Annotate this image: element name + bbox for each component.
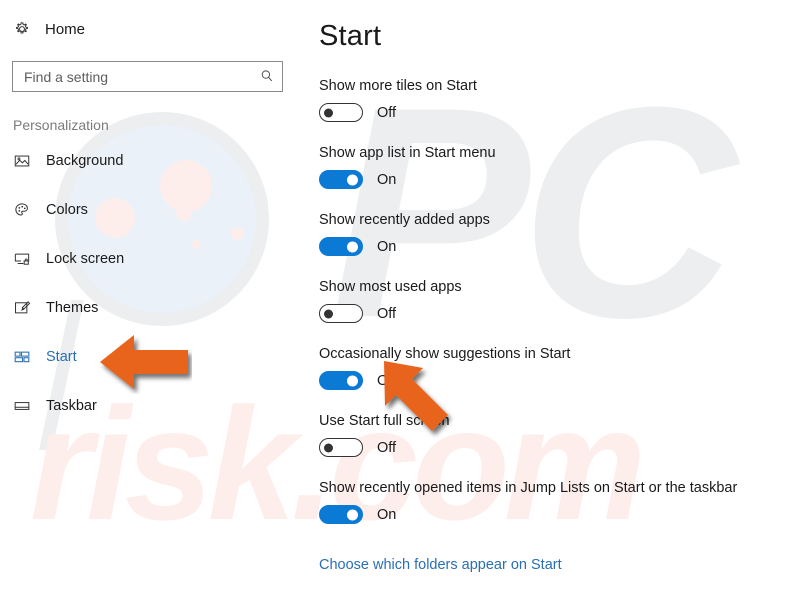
sidebar-item-background[interactable]: Background [13,147,310,174]
toggle-knob [347,509,358,520]
lock-screen-icon [13,250,31,268]
palette-icon [13,201,31,219]
setting-show-more-tiles: Show more tiles on Start Off [319,78,790,122]
toggle-row[interactable]: On [319,505,396,524]
sidebar-item-home[interactable]: Home [13,16,310,42]
toggle-state-label: On [377,506,397,523]
setting-label: Use Start full screen [319,413,450,429]
sidebar-section-title: Personalization [13,117,109,133]
toggle-row[interactable]: Off [319,103,396,122]
sidebar-item-label: Themes [46,299,99,316]
page-title: Start [319,20,382,52]
setting-label: Show recently added apps [319,212,490,228]
sidebar-item-label: Lock screen [46,250,125,267]
toggle-switch[interactable] [319,371,363,390]
setting-label: Show more tiles on Start [319,78,477,94]
sidebar-item-colors[interactable]: Colors [13,196,310,223]
setting-show-suggestions: Occasionally show suggestions in Start O… [319,346,790,390]
search-icon [258,68,276,86]
toggle-state-label: Off [377,305,397,322]
setting-label: Show app list in Start menu [319,145,496,161]
sidebar-item-label: Background [46,152,124,169]
toggle-state-label: On [377,238,397,255]
sidebar-item-label: Colors [46,201,88,218]
taskbar-icon [13,397,31,415]
toggle-state-label: On [377,171,397,188]
sidebar-item-label: Taskbar [46,397,97,414]
toggle-row[interactable]: On [319,371,396,390]
settings-content: Start Show more tiles on Start Off Show … [310,0,790,594]
toggle-switch[interactable] [319,237,363,256]
setting-show-jump-lists: Show recently opened items in Jump Lists… [319,480,790,524]
sidebar-home-label: Home [45,20,86,38]
toggle-knob [324,443,333,452]
toggle-knob [324,108,333,117]
toggle-knob [324,309,333,318]
toggle-row[interactable]: On [319,170,396,189]
search-input[interactable] [13,62,252,91]
toggle-state-label: Off [377,439,397,456]
toggle-row[interactable]: Off [319,304,396,323]
setting-label: Occasionally show suggestions in Start [319,346,571,362]
sidebar-nav: Background Colors Lock screen Themes Sta… [0,147,310,419]
toggle-knob [347,375,358,386]
sidebar-item-themes[interactable]: Themes [13,294,310,321]
setting-show-recently-added: Show recently added apps On [319,212,790,256]
setting-label: Show most used apps [319,279,462,295]
sidebar-item-label: Start [46,348,77,365]
sidebar-item-taskbar[interactable]: Taskbar [13,392,310,419]
settings-list: Show more tiles on Start Off Show app li… [310,78,790,524]
toggle-knob [347,241,358,252]
toggle-switch[interactable] [319,103,363,122]
toggle-switch[interactable] [319,505,363,524]
settings-sidebar: Home Personalization [0,0,310,594]
toggle-switch[interactable] [319,438,363,457]
toggle-knob [347,174,358,185]
search-button[interactable] [252,62,282,91]
start-tiles-icon [13,348,31,366]
toggle-state-label: Off [377,104,397,121]
gear-icon [13,20,31,38]
setting-label: Show recently opened items in Jump Lists… [319,480,738,496]
image-icon [13,152,31,170]
brush-icon [13,299,31,317]
toggle-switch[interactable] [319,170,363,189]
choose-folders-link[interactable]: Choose which folders appear on Start [319,557,562,573]
setting-show-app-list: Show app list in Start menu On [319,145,790,189]
toggle-row[interactable]: Off [319,438,396,457]
toggle-switch[interactable] [319,304,363,323]
search-box[interactable] [12,61,283,92]
sidebar-item-start[interactable]: Start [13,343,310,370]
toggle-state-label: On [377,372,397,389]
sidebar-item-lock-screen[interactable]: Lock screen [13,245,310,272]
toggle-row[interactable]: On [319,237,396,256]
setting-show-most-used: Show most used apps Off [319,279,790,323]
setting-use-start-full-screen: Use Start full screen Off [319,413,790,457]
